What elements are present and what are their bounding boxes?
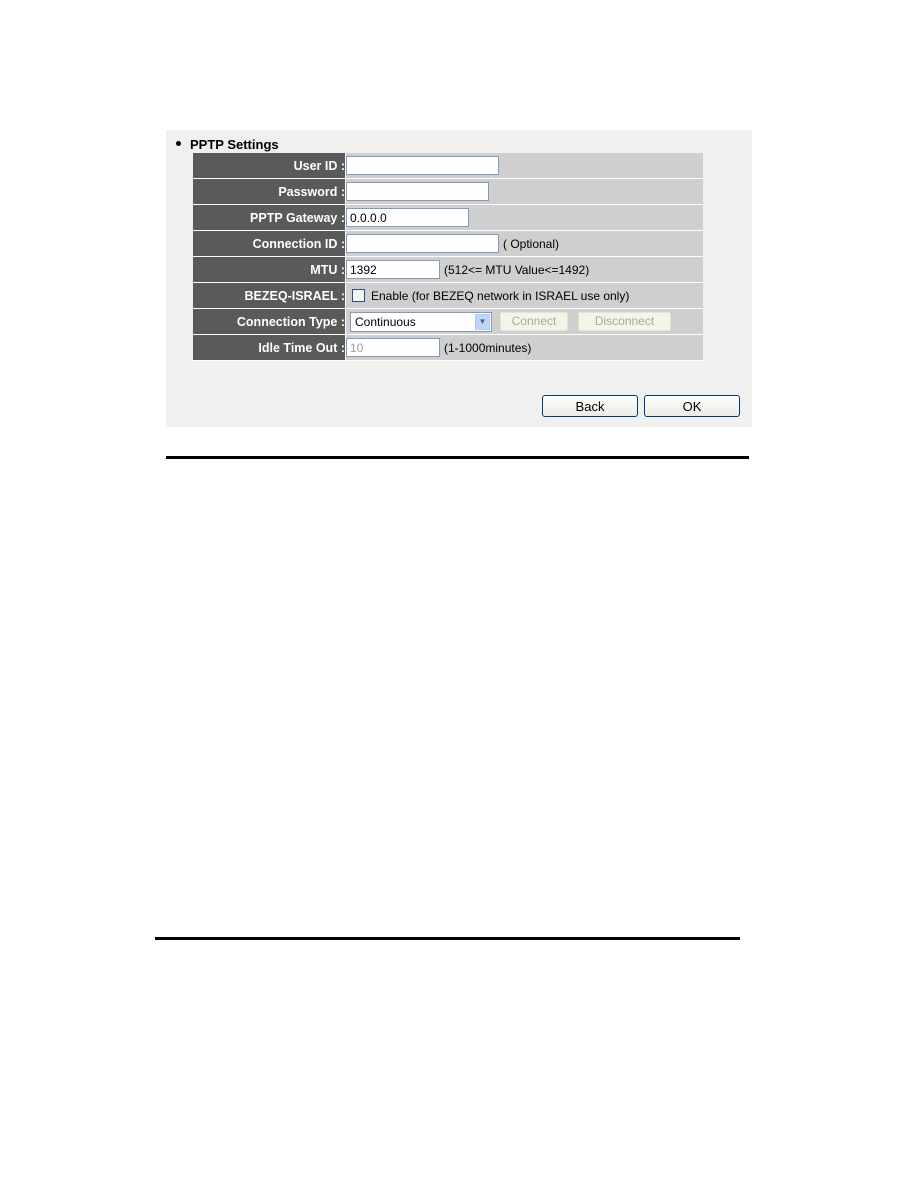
divider-bottom	[155, 937, 740, 940]
mtu-input[interactable]	[346, 260, 440, 279]
connection-type-select[interactable]: Continuous ▼	[350, 311, 492, 332]
pptp-form: User ID : Password : PPTP Gateway : Conn…	[193, 153, 703, 361]
user-id-label: User ID :	[193, 153, 346, 179]
section-title-text: PPTP Settings	[190, 137, 279, 152]
divider-top	[166, 456, 749, 459]
bullet-icon	[176, 141, 181, 147]
connection-id-hint: ( Optional)	[503, 236, 560, 251]
bezeq-israel-label: BEZEQ-ISRAEL :	[193, 282, 346, 309]
pptp-gateway-label: PPTP Gateway :	[193, 204, 346, 231]
password-input[interactable]	[346, 182, 489, 201]
pptp-settings-panel: PPTP Settings User ID : Password : PPTP …	[166, 130, 752, 427]
password-label: Password :	[193, 178, 346, 205]
row-bezeq-israel: BEZEQ-ISRAEL : Enable (for BEZEQ network…	[193, 282, 703, 309]
row-connection-id: Connection ID : ( Optional)	[193, 230, 703, 257]
connection-id-label: Connection ID :	[193, 230, 346, 257]
idle-time-out-hint: (1-1000minutes)	[444, 340, 532, 355]
mtu-label: MTU :	[193, 256, 346, 283]
chevron-down-icon[interactable]: ▼	[475, 313, 490, 330]
connect-button[interactable]: Connect	[500, 312, 568, 331]
connection-type-value: Continuous	[355, 314, 416, 329]
connection-type-label: Connection Type :	[193, 308, 346, 335]
bezeq-enable-checkbox[interactable]	[352, 289, 365, 303]
section-title: PPTP Settings	[176, 137, 279, 152]
user-id-input[interactable]	[346, 156, 499, 175]
row-connection-type: Connection Type : Continuous ▼ Connect Di…	[193, 308, 703, 335]
row-idle-time-out: Idle Time Out : (1-1000minutes)	[193, 334, 703, 361]
bezeq-enable-text: Enable (for BEZEQ network in ISRAEL use …	[371, 288, 630, 303]
connection-id-input[interactable]	[346, 234, 499, 253]
row-pptp-gateway: PPTP Gateway :	[193, 204, 703, 231]
idle-time-out-label: Idle Time Out :	[193, 334, 346, 361]
idle-time-out-input[interactable]	[346, 338, 440, 357]
row-password: Password :	[193, 178, 703, 205]
back-button[interactable]: Back	[542, 395, 638, 417]
disconnect-button[interactable]: Disconnect	[578, 312, 671, 331]
row-user-id: User ID :	[193, 153, 703, 179]
pptp-gateway-input[interactable]	[346, 208, 469, 227]
ok-button[interactable]: OK	[644, 395, 740, 417]
mtu-hint: (512<= MTU Value<=1492)	[444, 262, 590, 277]
row-mtu: MTU : (512<= MTU Value<=1492)	[193, 256, 703, 283]
